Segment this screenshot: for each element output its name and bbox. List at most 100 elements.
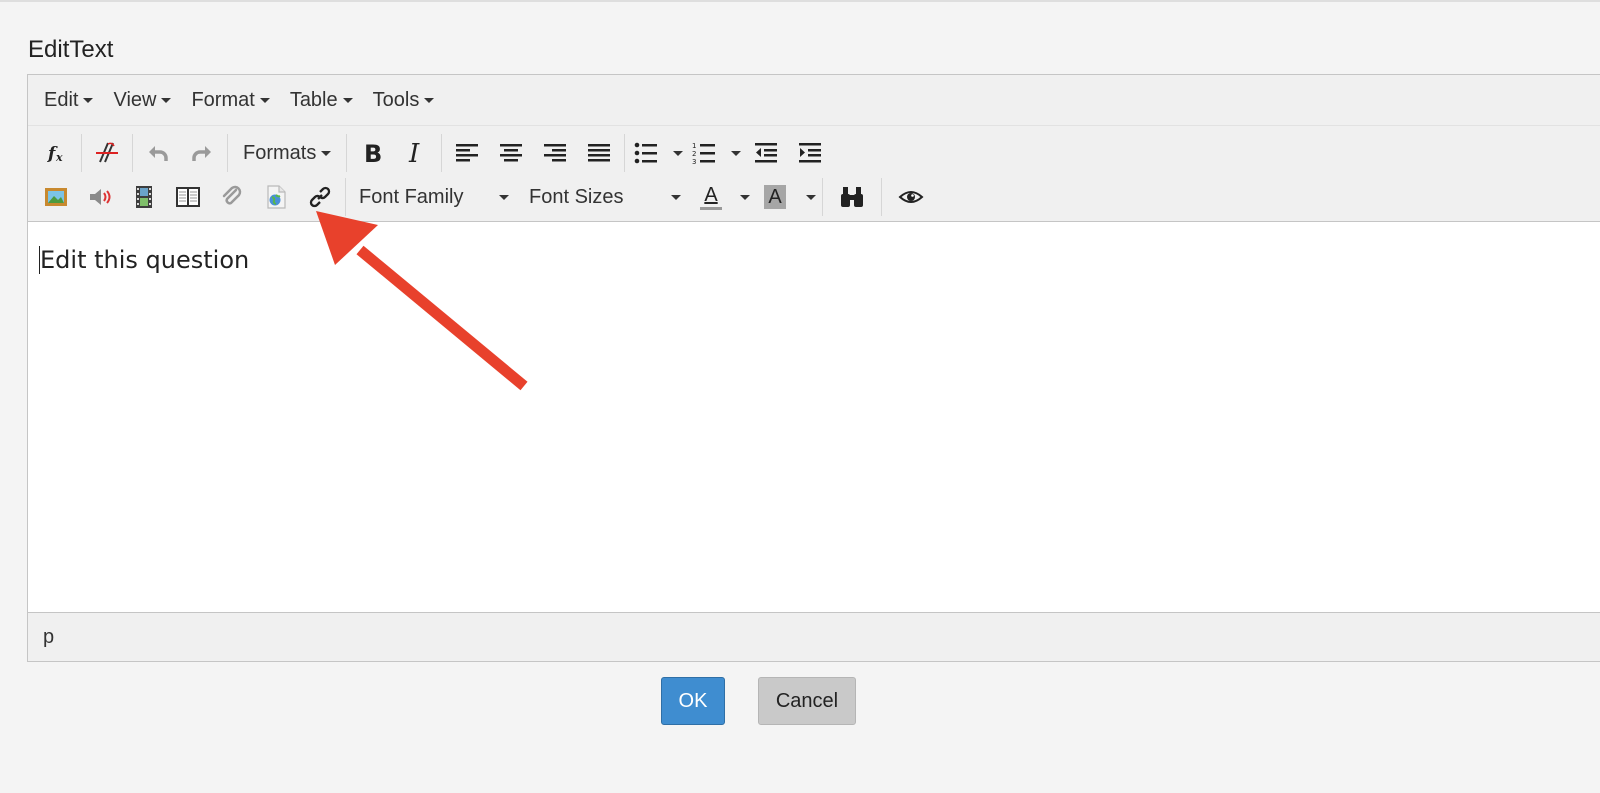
caret-down-icon — [805, 194, 816, 200]
text-color-button[interactable]: A — [691, 177, 731, 217]
caret-down-icon — [342, 97, 353, 103]
text-color-options[interactable] — [731, 177, 753, 217]
caret-down-icon — [672, 150, 683, 156]
italic-button[interactable]: I — [394, 133, 438, 173]
indent-icon — [799, 143, 822, 163]
bold-button[interactable]: B — [350, 133, 394, 173]
undo-icon — [149, 146, 168, 161]
insert-link-button[interactable] — [298, 177, 342, 217]
formula-button[interactable]: fx — [34, 133, 78, 173]
font-sizes-dropdown[interactable]: Font Sizes — [519, 177, 691, 217]
background-color-button[interactable]: A — [753, 177, 797, 217]
toolbar-separator — [81, 134, 82, 172]
bullet-list-options[interactable] — [664, 133, 686, 173]
menu-table[interactable]: Table — [280, 80, 363, 120]
rich-text-editor: Edit View Format Table Tools fx Formats … — [27, 74, 1600, 662]
align-center-button[interactable] — [489, 133, 533, 173]
font-family-dropdown[interactable]: Font Family — [349, 177, 519, 217]
caret-down-icon — [259, 97, 270, 103]
audio-icon — [90, 189, 111, 205]
redo-button[interactable] — [180, 133, 224, 173]
binoculars-icon — [841, 187, 863, 207]
text-color-swatch — [700, 206, 722, 210]
strikethrough-format-icon — [96, 142, 118, 163]
menu-view-label: View — [113, 88, 157, 111]
ok-button[interactable]: OK — [661, 677, 725, 725]
outdent-button[interactable] — [744, 133, 788, 173]
video-icon — [136, 186, 152, 208]
italic-icon: I — [408, 140, 420, 166]
font-sizes-label: Font Sizes — [529, 185, 624, 208]
formats-dropdown[interactable]: Formats — [231, 133, 343, 173]
background-color-icon: A — [764, 185, 786, 209]
bullet-list-icon — [635, 142, 658, 164]
bold-icon: B — [364, 140, 382, 166]
menu-tools[interactable]: Tools — [363, 80, 445, 120]
insert-image-button[interactable] — [34, 177, 78, 217]
toolbar-separator — [227, 134, 228, 172]
indent-button[interactable] — [788, 133, 832, 173]
svg-text:x: x — [55, 151, 63, 164]
justify-icon — [588, 144, 611, 162]
caret-down-icon — [424, 97, 435, 103]
editor-content-area[interactable]: Edit this question — [28, 221, 1600, 613]
toolbar-separator — [441, 134, 443, 172]
link-icon — [309, 186, 331, 208]
text-color-icon: A — [700, 185, 722, 210]
outdent-icon — [755, 143, 778, 163]
svg-text:B: B — [364, 140, 382, 166]
svg-text:3: 3 — [692, 158, 696, 165]
align-right-icon — [544, 144, 567, 162]
caret-down-icon — [83, 97, 94, 103]
undo-button[interactable] — [136, 133, 180, 173]
menu-format-label: Format — [191, 88, 255, 111]
toolbar-separator — [624, 134, 626, 172]
redo-icon — [192, 146, 211, 161]
formula-icon: fx — [47, 144, 63, 164]
caret-down-icon — [739, 194, 750, 200]
question-text[interactable]: Edit this question — [40, 246, 249, 274]
menu-tools-label: Tools — [372, 88, 420, 111]
menu-edit[interactable]: Edit — [34, 80, 103, 120]
insert-attachment-button[interactable] — [210, 177, 254, 217]
menu-view[interactable]: View — [103, 80, 181, 120]
numbered-list-options[interactable] — [722, 133, 744, 173]
toolbar-separator — [132, 134, 133, 172]
menu-edit-label: Edit — [44, 88, 79, 111]
cancel-button[interactable]: Cancel — [758, 677, 856, 725]
book-icon — [176, 187, 200, 207]
align-left-icon — [456, 144, 479, 162]
dialog-title: EditText — [28, 36, 114, 63]
insert-video-button[interactable] — [122, 177, 166, 217]
insert-book-button[interactable] — [166, 177, 210, 217]
insert-audio-button[interactable] — [78, 177, 122, 217]
insert-web-resource-button[interactable] — [254, 177, 298, 217]
font-family-label: Font Family — [359, 185, 464, 208]
numbered-list-button[interactable]: 123 — [686, 133, 722, 173]
toolbar-row-1: fx Formats B I 1 2 3 — [28, 131, 832, 175]
background-color-options[interactable] — [797, 177, 819, 217]
menu-format[interactable]: Format — [181, 80, 279, 120]
element-path[interactable]: p — [43, 626, 54, 649]
numbered-list-icon: 123 — [692, 142, 716, 165]
align-right-button[interactable] — [533, 133, 577, 173]
menu-table-label: Table — [289, 88, 338, 111]
top-border — [0, 0, 1600, 2]
toolbar-separator — [881, 178, 882, 216]
svg-text:1: 1 — [692, 142, 696, 150]
bullet-list-button[interactable] — [628, 133, 664, 173]
image-icon — [45, 188, 67, 206]
caret-down-icon — [321, 150, 332, 156]
clear-format-button[interactable] — [85, 133, 129, 173]
caret-down-icon — [671, 194, 681, 200]
attachment-icon — [222, 185, 242, 205]
background-color-glyph: A — [768, 185, 782, 208]
preview-button[interactable] — [885, 177, 937, 217]
toolbar-row-2: Font Family Font Sizes A A — [28, 175, 937, 219]
align-left-button[interactable] — [445, 133, 489, 173]
justify-button[interactable] — [577, 133, 621, 173]
svg-text:I: I — [408, 140, 420, 166]
toolbar-separator — [345, 178, 346, 216]
text-color-glyph: A — [704, 183, 718, 206]
find-replace-button[interactable] — [826, 177, 878, 217]
